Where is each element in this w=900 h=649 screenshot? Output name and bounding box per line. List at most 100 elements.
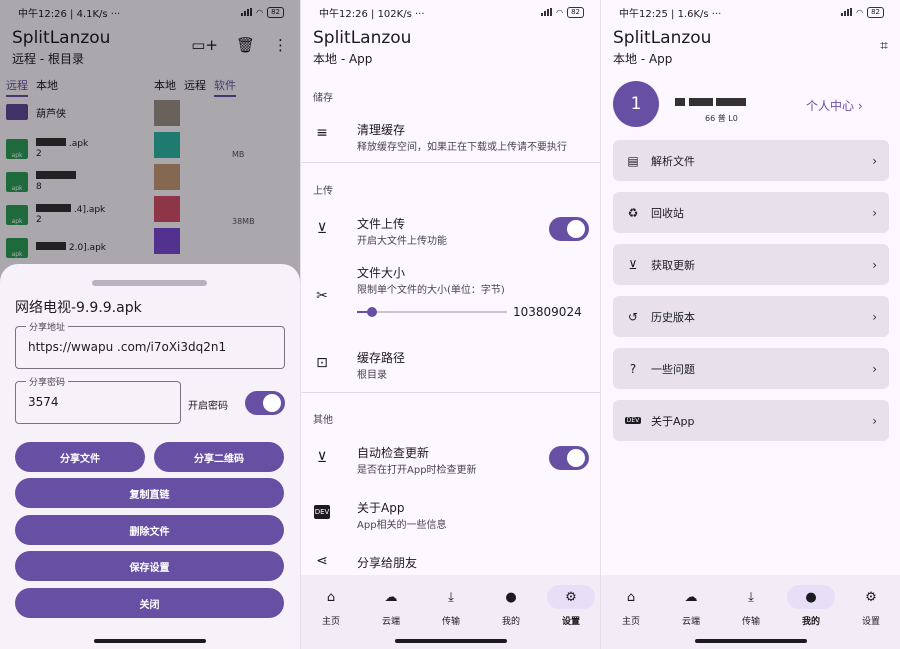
clear-icon: ≡ <box>316 125 328 141</box>
auto-update-toggle[interactable] <box>549 446 589 470</box>
setting-title: 文件上传 <box>357 217 406 231</box>
setting-desc: 是否在打开App时检查更新 <box>357 465 477 476</box>
setting-desc: 释放缓存空间，如果正在下载或上传请不要执行 <box>357 142 567 153</box>
nav-home[interactable]: ⌂ 主页 <box>601 585 661 628</box>
nav-mine[interactable]: ● 我的 <box>781 585 841 627</box>
qr-scan-icon[interactable]: ⌗ <box>880 38 888 54</box>
download-icon: ⤓ <box>748 589 754 605</box>
setting-desc: 开启大文件上传功能 <box>357 236 447 247</box>
setting-title: 清理缓存 <box>357 123 406 137</box>
menu-faq[interactable]: ? 一些问题 › <box>613 348 889 389</box>
chevron-right-icon: › <box>872 205 877 220</box>
share-address-field[interactable]: 分享地址 https://wwapu .com/i7oXi3dq2n1 <box>15 320 285 369</box>
file-size-value: 103809024 <box>513 305 582 319</box>
person-icon: ● <box>787 585 835 609</box>
app-title: SplitLanzou <box>313 28 412 48</box>
section-other: 其他 <box>313 415 333 426</box>
chevron-right-icon: › <box>872 309 877 324</box>
cloud-icon: ☁ <box>384 589 398 605</box>
wifi-icon: ◠ <box>556 7 564 17</box>
chevron-right-icon: › <box>872 361 877 376</box>
page-subtitle: 本地 - App <box>613 52 673 66</box>
gear-icon: ⚙ <box>865 589 877 605</box>
setting-desc: App相关的一些信息 <box>357 520 447 531</box>
chevron-right-icon: › <box>872 257 877 272</box>
menu-parse-file[interactable]: ▤ 解析文件 › <box>613 140 889 181</box>
upload-icon: ⊻ <box>316 221 328 237</box>
menu-recycle-bin[interactable]: ♻ 回收站 › <box>613 192 889 233</box>
nav-settings[interactable]: ⚙ 设置 <box>541 585 600 627</box>
gesture-bar[interactable] <box>94 639 206 643</box>
slider-thumb[interactable] <box>367 307 377 317</box>
nav-mine[interactable]: ● 我的 <box>481 585 541 628</box>
share-address-value: https://wwapu .com/i7oXi3dq2n1 <box>28 340 227 354</box>
close-button[interactable]: 关闭 <box>15 588 284 618</box>
nav-cloud[interactable]: ☁ 云端 <box>361 585 421 628</box>
nav-settings[interactable]: ⚙ 设置 <box>841 585 900 628</box>
nav-home[interactable]: ⌂ 主页 <box>301 585 361 628</box>
help-icon: ? <box>629 361 637 376</box>
avatar[interactable]: 1 <box>613 81 659 127</box>
user-level: 66 普 L0 <box>705 114 738 123</box>
app-title: SplitLanzou <box>613 28 712 48</box>
share-password-field[interactable]: 分享密码 3574 <box>15 375 181 424</box>
recycle-icon: ♻ <box>627 205 639 220</box>
sheet-title: 网络电视-9.9.9.apk <box>15 300 142 316</box>
home-icon: ⌂ <box>326 589 336 605</box>
battery-icon: 82 <box>867 6 884 18</box>
signal-icon <box>841 8 853 16</box>
menu-history-versions[interactable]: ↺ 历史版本 › <box>613 296 889 337</box>
chevron-right-icon: › <box>872 413 877 428</box>
cloud-icon: ☁ <box>684 589 698 605</box>
battery-icon: 82 <box>567 6 584 18</box>
menu-get-update[interactable]: ⊻ 获取更新 › <box>613 244 889 285</box>
section-storage: 储存 <box>313 93 333 104</box>
bottom-nav: ⌂ 主页 ☁ 云端 ⤓ 传输 ● 我的 ⚙ 设置 <box>301 575 600 649</box>
copy-link-button[interactable]: 复制直链 <box>15 478 284 508</box>
gesture-bar[interactable] <box>695 639 807 643</box>
panel-remote-share: 中午12:26 | 4.1K/s ··· ◠ 82 SplitLanzou 远程 … <box>0 0 300 649</box>
nav-transfer[interactable]: ⤓ 传输 <box>721 585 781 628</box>
divider <box>301 162 600 163</box>
update-icon: ⊻ <box>316 450 328 466</box>
save-settings-button[interactable]: 保存设置 <box>15 551 284 581</box>
drag-handle[interactable] <box>92 280 207 286</box>
dev-icon: DEV <box>625 417 641 424</box>
share-qr-button[interactable]: 分享二维码 <box>154 442 284 472</box>
status-bar: 中午12:25 | 1.6K/s ··· ◠ 82 <box>601 0 900 24</box>
nav-cloud[interactable]: ☁ 云端 <box>661 585 721 628</box>
person-icon: ● <box>505 589 517 605</box>
dev-icon: DEV <box>314 505 330 519</box>
download-icon: ⤓ <box>448 589 454 605</box>
file-upload-toggle[interactable] <box>549 217 589 241</box>
file-size-slider[interactable] <box>357 307 507 317</box>
setting-title: 自动检查更新 <box>357 446 430 460</box>
setting-desc: 根目录 <box>357 370 387 381</box>
signal-icon <box>541 8 553 16</box>
wifi-icon: ◠ <box>856 7 864 17</box>
enable-password-toggle[interactable] <box>245 391 285 415</box>
chevron-right-icon: › <box>872 153 877 168</box>
divider <box>301 392 600 393</box>
delete-file-button[interactable]: 删除文件 <box>15 515 284 545</box>
gesture-bar[interactable] <box>395 639 507 643</box>
share-file-button[interactable]: 分享文件 <box>15 442 145 472</box>
status-bar: 中午12:26 | 102K/s ··· ◠ 82 <box>301 0 600 24</box>
field-label: 分享地址 <box>26 320 69 333</box>
share-bottom-sheet: 网络电视-9.9.9.apk 分享地址 https://wwapu .com/i… <box>0 264 300 649</box>
username <box>675 96 746 109</box>
scissors-icon: ✂ <box>316 288 328 304</box>
page-subtitle: 本地 - App <box>313 52 373 66</box>
menu-about-app[interactable]: DEV 关于App › <box>613 400 889 441</box>
nav-transfer[interactable]: ⤓ 传输 <box>421 585 481 628</box>
share-password-value: 3574 <box>28 395 59 409</box>
parse-file-icon: ▤ <box>627 153 639 168</box>
field-label: 分享密码 <box>26 375 69 388</box>
panel-settings: 中午12:26 | 102K/s ··· ◠ 82 SplitLanzou 本地 … <box>300 0 600 649</box>
setting-title: 分享给朋友 <box>357 556 418 570</box>
panel-mine: 中午12:25 | 1.6K/s ··· ◠ 82 SplitLanzou 本地 … <box>600 0 900 649</box>
bottom-nav: ⌂ 主页 ☁ 云端 ⤓ 传输 ● 我的 ⚙ 设置 <box>601 575 900 649</box>
setting-title: 关于App <box>357 501 405 515</box>
section-upload: 上传 <box>313 186 333 197</box>
personal-center-link[interactable]: 个人中心 › <box>806 97 863 114</box>
